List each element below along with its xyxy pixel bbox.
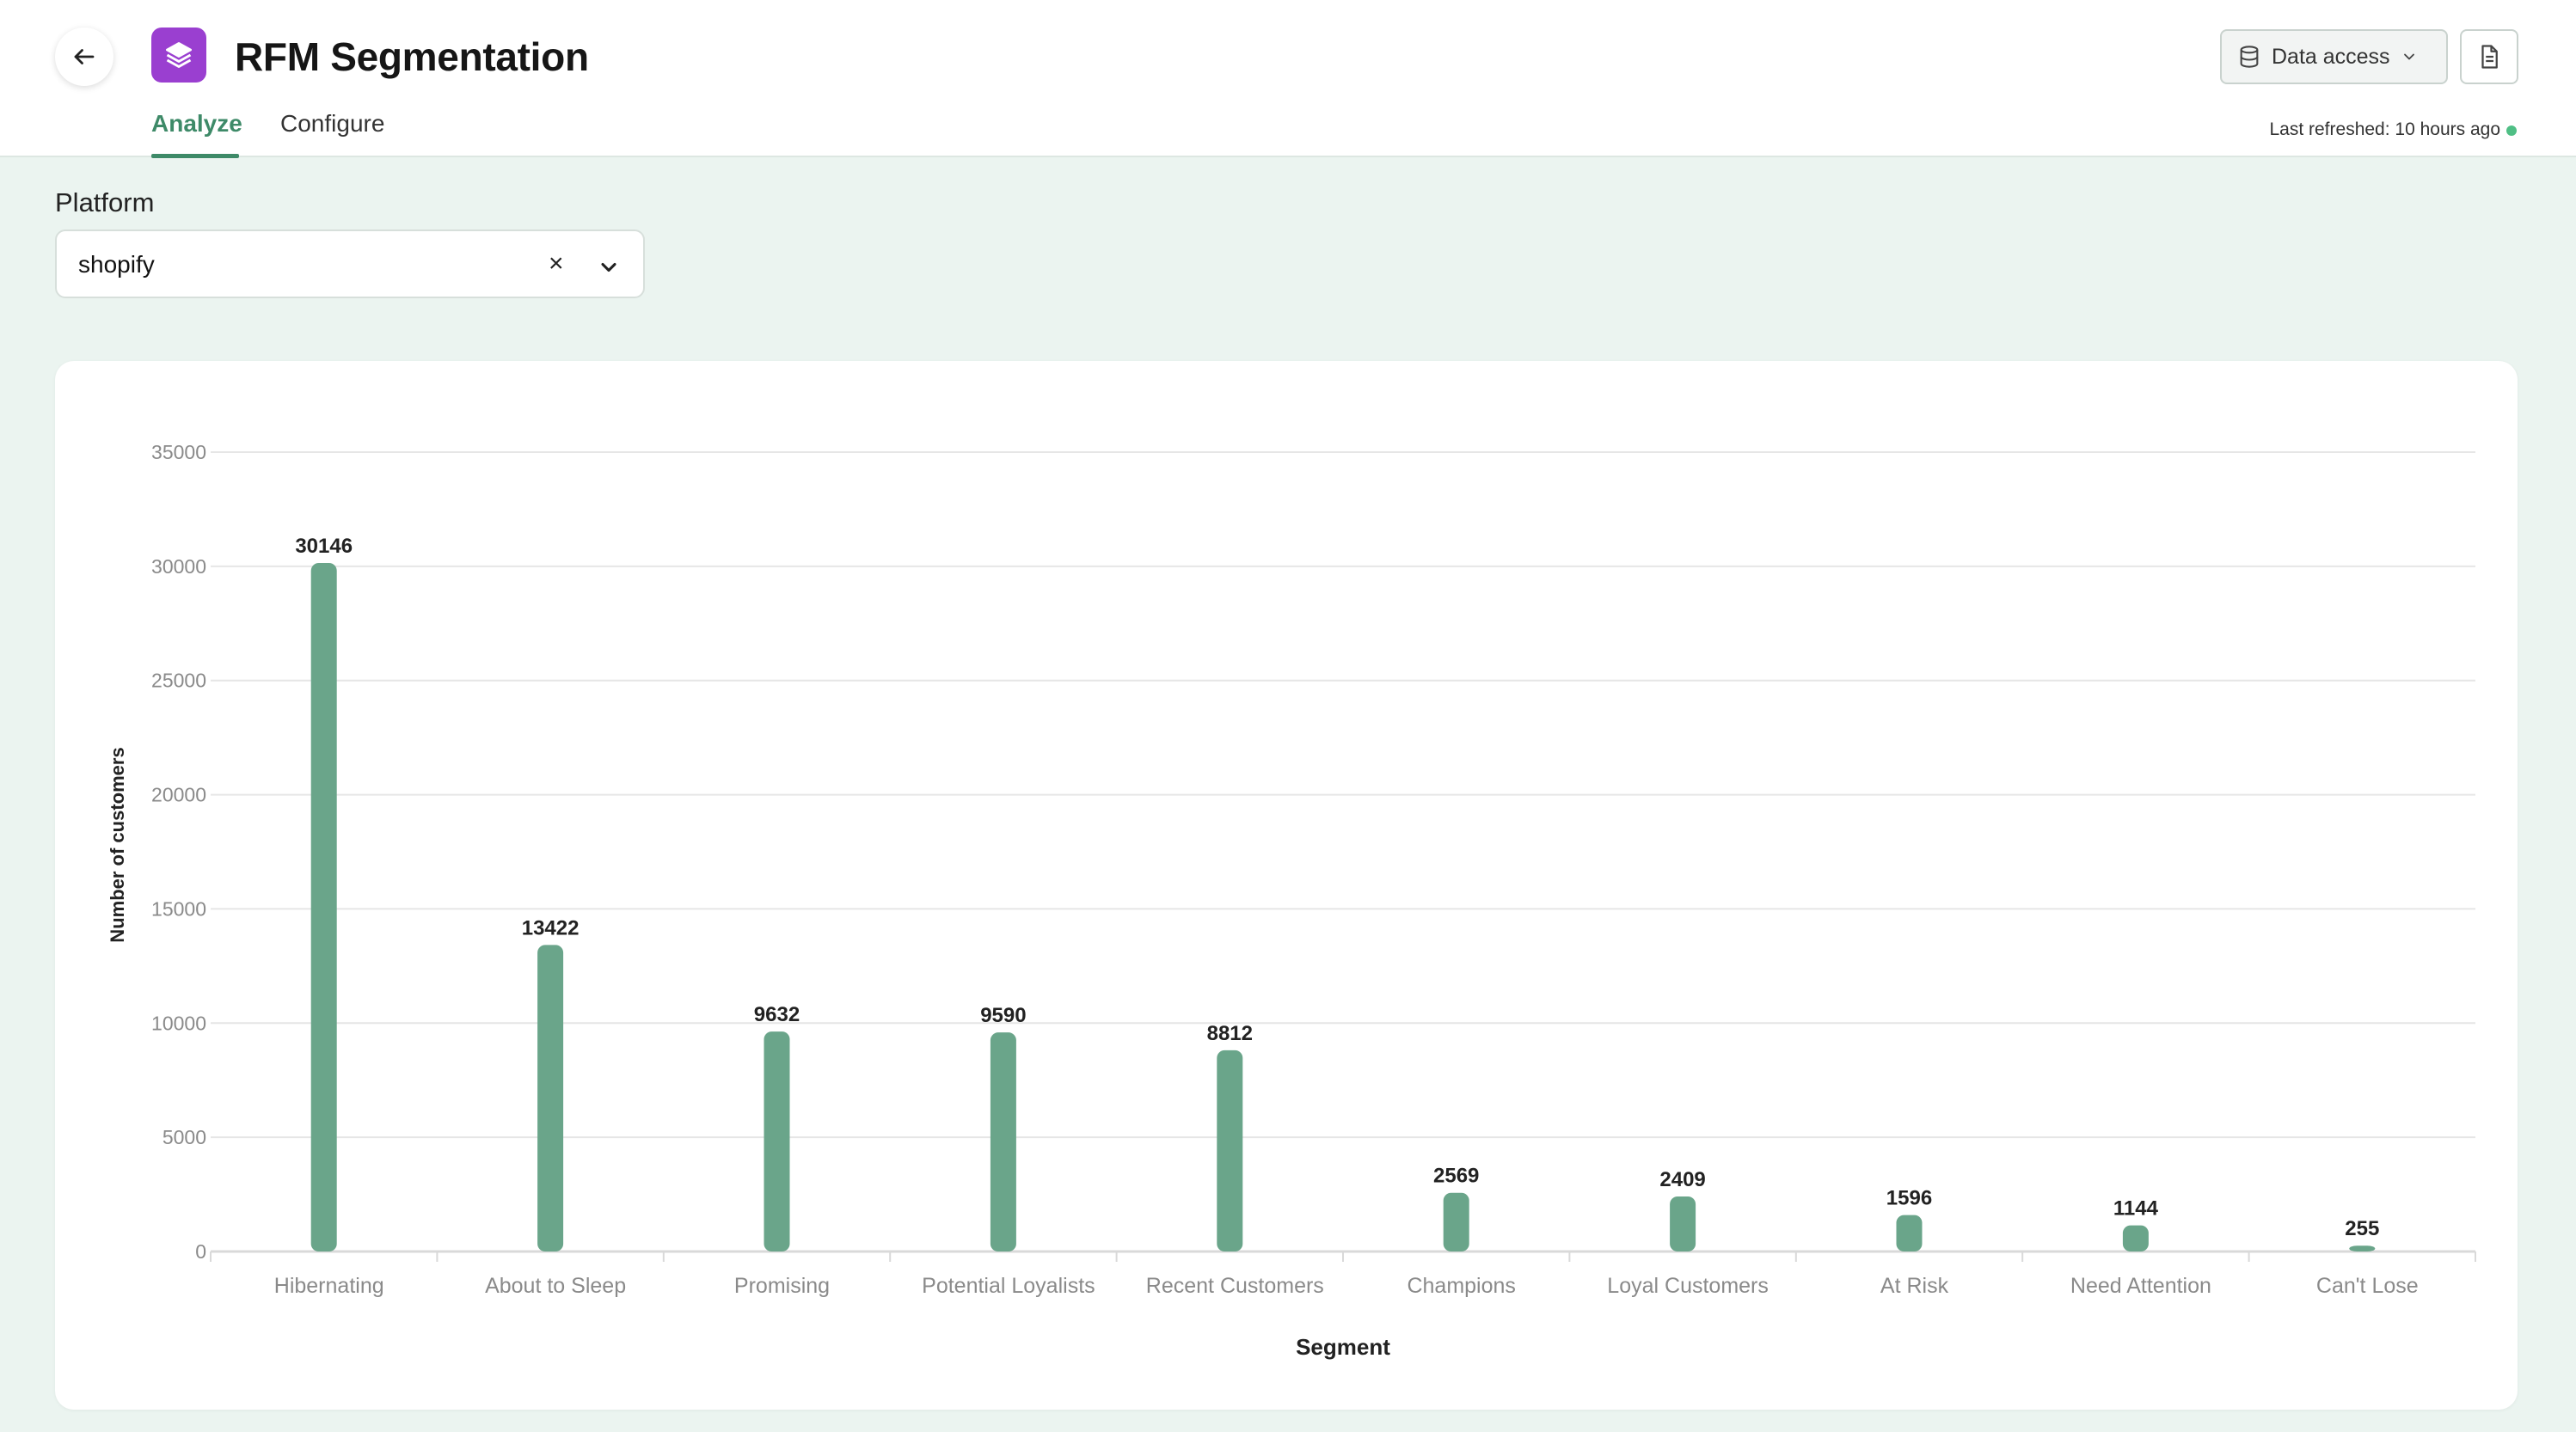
chevron-down-icon[interactable] [597,255,621,284]
bar[interactable] [764,1031,790,1251]
bar[interactable] [1670,1196,1696,1251]
bar[interactable] [310,562,337,1251]
x-tick-label: Potential Loyalists [922,1274,1095,1298]
x-tick-label: Champions [1407,1274,1515,1298]
x-tick-label: About to Sleep [485,1274,626,1298]
data-access-label: Data access [2272,44,2390,69]
document-button[interactable] [2460,29,2518,84]
data-label: 9632 [754,1003,800,1026]
y-tick-label: 10000 [151,1012,206,1034]
chart-card: 0 5000 10000 15000 20000 25000 30000 35000 30146… [55,361,2518,1410]
platform-select[interactable]: shopify × [55,229,645,298]
data-label: 1596 [1886,1187,1932,1210]
y-tick-label: 25000 [151,670,206,692]
document-icon [2481,45,2498,69]
data-label: 8812 [1207,1022,1253,1045]
x-tick-label: Need Attention [2070,1274,2211,1298]
x-axis-title: Segment [1296,1334,1390,1360]
active-tab-indicator [151,154,239,158]
back-button[interactable] [55,28,113,86]
arrow-left-icon [74,49,95,64]
platform-filter-label: Platform [55,187,155,217]
y-tick-label: 15000 [151,897,206,920]
bar[interactable] [537,945,564,1251]
data-label: 30146 [295,535,353,558]
x-tick-label: At Risk [1880,1274,1949,1298]
database-icon [2240,46,2259,68]
data-access-button[interactable]: Data access [2220,29,2448,84]
page-title: RFM Segmentation [235,34,589,79]
bar[interactable] [1217,1050,1243,1251]
bar[interactable] [2122,1225,2149,1251]
x-tick-label: Loyal Customers [1607,1274,1769,1298]
segment-bar-chart: 0 5000 10000 15000 20000 25000 30000 35000 30146… [107,441,2476,1360]
x-tick-label: Recent Customers [1146,1274,1324,1298]
y-tick-label: 35000 [151,441,206,463]
last-refreshed-text: Last refreshed: 10 hours ago [2269,119,2500,139]
x-tick-label: Promising [734,1274,830,1298]
y-tick-label: 0 [195,1240,206,1263]
layers-icon [166,42,192,68]
bar[interactable] [990,1032,1016,1251]
y-tick-label: 5000 [163,1126,206,1148]
data-label: 9590 [980,1004,1026,1027]
data-label: 1144 [2113,1197,2159,1221]
app-icon [151,28,206,83]
data-label: 2569 [1433,1165,1479,1188]
data-label: 2409 [1659,1168,1705,1191]
y-tick-label: 30000 [151,555,206,578]
clear-icon[interactable]: × [549,248,564,279]
x-tick-label: Hibernating [274,1274,384,1298]
status-dot [2506,125,2517,136]
bar[interactable] [1896,1215,1923,1251]
bar[interactable] [1443,1192,1469,1251]
tab-analyze[interactable]: Analyze [151,108,242,139]
y-tick-label: 20000 [151,784,206,806]
y-axis-title: Number of customers [107,747,128,942]
bar[interactable] [2349,1245,2376,1251]
x-tick-label: Can't Lose [2316,1274,2419,1298]
chevron-down-icon [2403,53,2414,60]
page-header: RFM Segmentation Analyze Configure Data … [0,0,2576,158]
tab-configure[interactable]: Configure [280,108,384,139]
data-label: 13422 [522,916,580,939]
data-label: 255 [2345,1217,2379,1240]
platform-select-value: shopify [78,251,155,278]
